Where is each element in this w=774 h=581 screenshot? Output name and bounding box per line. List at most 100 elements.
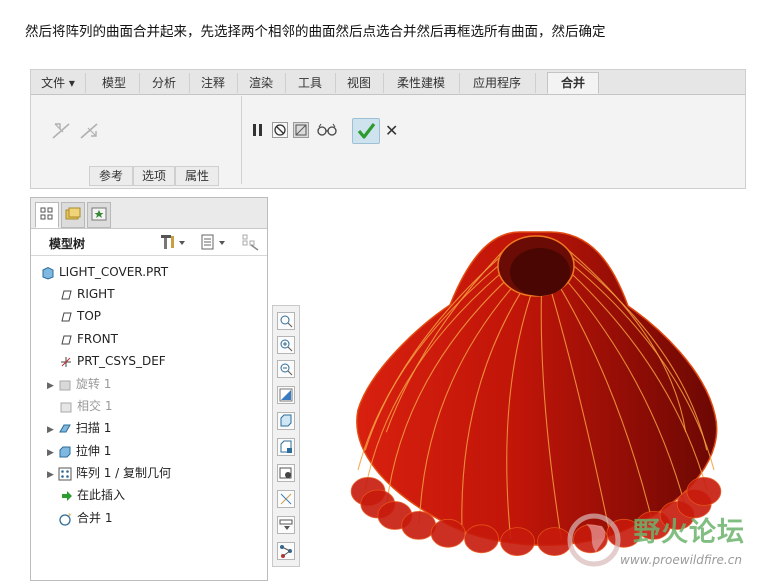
tab-applications[interactable]: 应用程序 [459,73,536,93]
datum-plane-icon [61,290,72,299]
tree-item-revolve[interactable]: ▶ 旋转 1 [41,374,111,394]
zoom-in-icon [280,339,293,352]
tab-tools[interactable]: 工具 [285,73,336,93]
tree-item-sweep[interactable]: ▶ 扫描 1 [41,418,111,438]
perspective-button[interactable] [277,490,295,508]
subtab-options[interactable]: 选项 [133,166,175,186]
tree-item-csys[interactable]: PRT_CSYS_DEF [59,351,166,371]
instruction-text: 然后将阵列的曲面合并起来，先选择两个相邻的曲面然后点选合并然后再框选所有曲面，然… [25,24,606,40]
extrude-icon [59,446,71,457]
tab-analysis[interactable]: 分析 [139,73,190,93]
panel-tabs [31,198,267,229]
subtab-properties[interactable]: 属性 [175,166,219,186]
subtab-references[interactable]: 参考 [89,166,133,186]
tab-flexible-modeling[interactable]: 柔性建模 [383,73,460,93]
tree-item-label: PRT_CSYS_DEF [77,354,166,368]
show-menu-icon[interactable] [199,233,227,254]
tree-item-label: RIGHT [77,287,115,301]
view-manager-icon [279,467,292,479]
tree-item-label: 拉伸 1 [75,444,112,458]
datum-plane-icon [61,335,72,344]
preview-geometry-icon [295,124,307,136]
perspective-icon [280,493,292,505]
ribbon: 文件 ▾ 模型 分析 注释 渲染 工具 视图 柔性建模 应用程序 合并 参考 选… [30,69,746,189]
glasses-icon[interactable] [317,123,337,140]
watermark-url: www.proewildfire.cn [620,553,742,567]
expand-arrow-icon[interactable]: ▶ [47,470,54,480]
tree-item-pattern[interactable]: ▶ 阵列 1 / 复制几何 [41,463,171,483]
tab-annotate[interactable]: 注释 [189,73,238,93]
revolve-icon [59,380,71,390]
tree-settings-icon[interactable] [159,233,187,254]
tree-item-part[interactable]: LIGHT_COVER.PRT [41,262,168,282]
datum-display-icon [279,519,293,530]
tab-model[interactable]: 模型 [89,73,140,93]
view-manager-button[interactable] [277,464,295,482]
tree-item-extrude[interactable]: ▶ 拉伸 1 [41,441,111,461]
tree-item-top[interactable]: TOP [59,306,101,326]
geometry-preview-button[interactable] [293,122,309,138]
folder-icon [65,207,81,220]
expand-arrow-icon[interactable]: ▶ [47,425,54,435]
tree-item-front[interactable]: FRONT [59,329,118,349]
tab-file[interactable]: 文件 ▾ [31,73,86,93]
tree-item-label: 在此插入 [77,488,126,502]
refit-button[interactable] [277,312,295,330]
annotation-display-button[interactable] [277,542,295,560]
repaint-button[interactable] [277,386,295,404]
tree-item-merge[interactable]: * 合并 1 [59,508,112,528]
expand-arrow-icon[interactable]: ▶ [47,381,54,391]
shade-scallop [686,476,722,506]
tab-favorites[interactable] [87,202,111,228]
datum-display-button[interactable] [277,516,295,534]
no-preview-icon [274,124,286,136]
tab-merge[interactable]: 合并 [547,72,599,94]
tree-item-label: TOP [77,309,102,323]
intersect-icon [60,402,72,412]
shade-scallop [430,518,466,548]
tab-view[interactable]: 视图 [335,73,384,93]
tree-item-label: 旋转 1 [75,377,112,391]
svg-text:*: * [68,512,72,520]
shade-scallop [401,510,437,540]
insert-here-icon [62,490,72,501]
expand-arrow-icon[interactable]: ▶ [47,448,54,458]
pause-icon[interactable] [251,123,265,140]
watermark-title: 野火论坛 [633,517,745,548]
filter-icon[interactable] [241,233,261,254]
flip-side-2-icon [79,120,101,143]
tree-item-label: 扫描 1 [75,421,112,435]
merge-icon: * [59,512,72,526]
ribbon-group-divider [241,96,242,184]
watermark-logo-icon [566,512,626,571]
refit-icon [280,315,293,328]
cancel-button[interactable]: ✕ [385,121,398,140]
tree-item-label: 相交 1 [77,399,113,413]
zoom-in-button[interactable] [277,336,295,354]
flip-side-1-icon [51,120,73,143]
model-tree-panel: 模型树 LIGHT_COVER.PRT RIGHT TOP FRONT PRT_… [30,197,268,581]
display-style-icon [280,414,292,427]
model-tree-header: 模型树 [31,229,267,256]
display-style-button[interactable] [277,412,295,430]
tab-folder-browser[interactable] [61,202,85,228]
saved-views-button[interactable] [277,438,295,456]
zoom-out-button[interactable] [277,360,295,378]
checkmark-icon [357,123,376,139]
zoom-out-icon [280,363,293,376]
tree-item-intersect[interactable]: 相交 1 [59,396,112,416]
tree-item-label: LIGHT_COVER.PRT [59,265,169,279]
no-preview-button[interactable] [272,122,288,138]
tree-item-right[interactable]: RIGHT [59,284,115,304]
favorites-icon [91,207,107,221]
ribbon-tab-row: 文件 ▾ 模型 分析 注释 渲染 工具 视图 柔性建模 应用程序 合并 [31,70,745,95]
view-toolbar [272,305,300,567]
tree-item-label: 阵列 1 / 复制几何 [75,466,172,480]
csys-icon [61,356,71,367]
saved-views-icon [280,440,292,453]
annotation-display-icon [280,545,292,558]
tab-render[interactable]: 渲染 [237,73,286,93]
confirm-button[interactable] [352,118,380,144]
tab-model-tree[interactable] [35,202,59,228]
tree-item-insert-here[interactable]: 在此插入 [59,485,125,505]
